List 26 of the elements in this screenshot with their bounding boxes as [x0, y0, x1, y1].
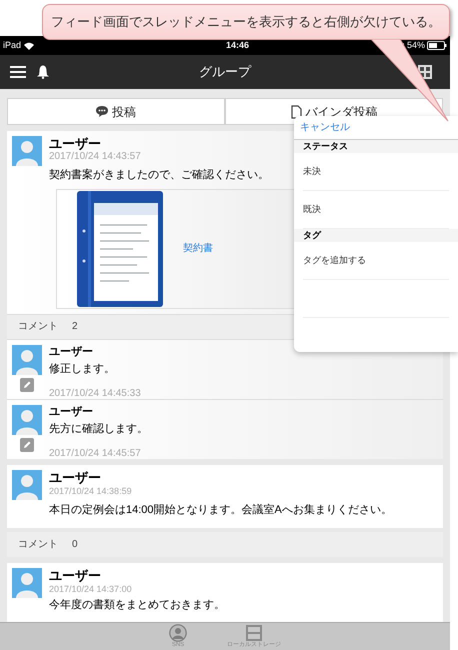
post-message: 契約書案がきましたので、ご確認ください。	[49, 168, 269, 183]
screen-title: グループ	[199, 63, 251, 82]
comment-date: 2017/10/24 14:45:33	[49, 387, 141, 401]
comment-text: 修正します。	[49, 362, 116, 376]
device-name: iPad	[3, 38, 22, 52]
post-message: 本日の定例会は14:00開始となります。会議室Aへお集まりください。	[49, 502, 392, 518]
comment-date: 2017/10/24 14:45:57	[49, 447, 142, 461]
comment-count: 0	[72, 538, 78, 552]
comment-count: 2	[72, 320, 78, 334]
post-date: 2017/10/24 14:38:59	[49, 484, 133, 496]
section-header: ステータス	[294, 140, 458, 153]
post-date: 2017/10/24 14:43:57	[49, 151, 142, 163]
user-name: ユーザー	[49, 568, 102, 582]
comment-label: コメント	[18, 538, 58, 552]
comment-label: コメント	[18, 320, 58, 334]
battery-percent: 54%	[406, 38, 425, 52]
section-header: タグ	[294, 229, 458, 242]
callout-text: フィード画面でスレッドメニューを表示すると右側が欠けている。	[51, 13, 441, 32]
comment-text: 先方に確認します。	[49, 422, 148, 436]
post-message: 今年度の書類をまとめておきます。	[49, 598, 225, 612]
post-date: 2017/10/24 14:37:00	[49, 582, 133, 594]
user-name: ユーザー	[49, 404, 94, 418]
user-name: ユーザー	[49, 136, 102, 151]
status-time: 14:46	[226, 38, 250, 52]
user-name: ユーザー	[49, 344, 94, 358]
user-name: ユーザー	[49, 470, 102, 484]
